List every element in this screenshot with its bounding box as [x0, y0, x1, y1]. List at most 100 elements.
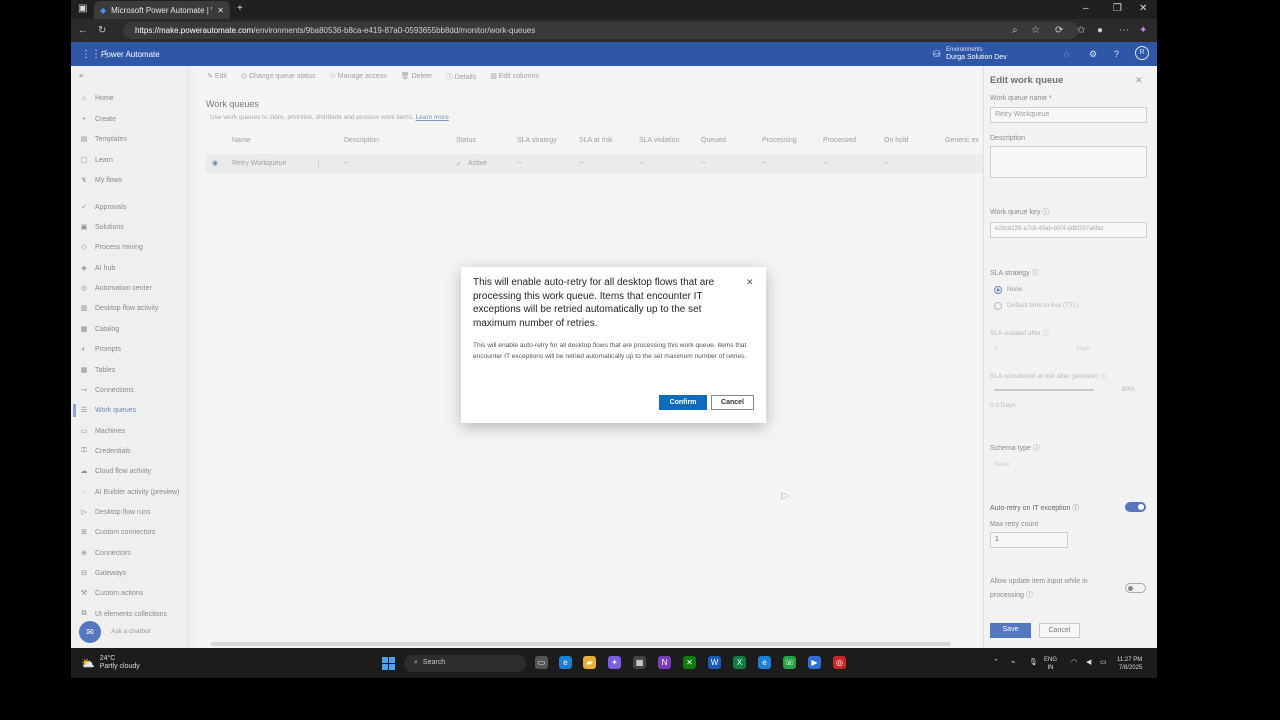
address-bar[interactable]: https://make.powerautomate.com/environme… [123, 22, 1078, 39]
wifi-icon[interactable]: ◠ [1071, 658, 1077, 666]
power-automate-app-icon[interactable]: ▶ [808, 656, 821, 669]
panel-save-button[interactable]: Save [990, 623, 1031, 638]
windows-start-icon[interactable] [382, 657, 395, 670]
table-row[interactable] [206, 154, 986, 173]
description-input[interactable] [990, 146, 1147, 178]
command-edit[interactable]: ✎ Edit [207, 72, 227, 82]
sidebar-item-templates[interactable]: ▤ Templates [79, 132, 127, 146]
excel-icon[interactable]: X [733, 656, 746, 669]
nav-collapse-icon[interactable]: ≡ [79, 69, 83, 83]
avatar[interactable]: R [1135, 46, 1149, 60]
task-view-icon[interactable]: ▭ [535, 656, 548, 669]
store-icon[interactable]: ▦ [633, 656, 646, 669]
panel-close-icon[interactable]: ✕ [1135, 75, 1143, 86]
favorite-star-icon[interactable]: ☆ [1031, 25, 1040, 36]
microphone-icon[interactable]: 🎙 [1029, 658, 1038, 666]
browser-tab[interactable]: ◆ Microsoft Power Automate | Wor ✕ [94, 1, 230, 19]
edge-icon[interactable]: e [559, 656, 572, 669]
work-queue-name-input[interactable]: Retry Workqueue [990, 107, 1147, 123]
help-icon[interactable]: ? [1114, 49, 1119, 59]
auto-retry-toggle[interactable] [1125, 502, 1146, 512]
minimize-icon[interactable]: – [1083, 3, 1089, 14]
system-clock[interactable]: 11:27 PM 7/8/2025 [1117, 656, 1142, 672]
sidebar-item-ui-elements-collections[interactable]: ⧉ UI elements collections [79, 607, 167, 621]
whatsapp-icon[interactable]: ☏ [783, 656, 796, 669]
sidebar-item-tables[interactable]: ▦ Tables [79, 363, 116, 377]
copilot-icon[interactable]: ✦ [1139, 25, 1147, 36]
max-retry-input[interactable]: 1 [990, 532, 1068, 548]
column-header-name[interactable]: Name [232, 137, 251, 144]
sidebar-item-process-mining[interactable]: ◇ Process mining [79, 240, 143, 254]
key-info-icon[interactable]: ⓘ [1042, 209, 1049, 216]
column-header-status[interactable]: Status [456, 137, 476, 144]
command-details[interactable]: ⓘ Details [446, 72, 476, 82]
sidebar-item-ai-builder-activity-preview[interactable]: ◌ AI Builder activity (preview) [79, 485, 180, 499]
confirm-button[interactable]: Confirm [659, 395, 707, 410]
column-header-queued[interactable]: Queued [701, 137, 726, 144]
panel-cancel-button[interactable]: Cancel [1039, 623, 1080, 638]
more-options-icon[interactable]: ⋯ [1119, 25, 1129, 36]
sidebar-item-cloud-flow-activity[interactable]: ☁ Cloud flow activity [79, 464, 152, 478]
sidebar-item-home[interactable]: ⌂ Home [79, 91, 114, 105]
column-header-description[interactable]: Description [344, 137, 379, 144]
chatbot-button[interactable]: ✉ [79, 621, 101, 643]
weather-widget[interactable]: ⛅ 24°C Partly cloudy [81, 655, 140, 671]
column-header-on-hold[interactable]: On hold [884, 137, 909, 144]
app-brand[interactable]: Power Automate [101, 50, 160, 59]
sidebar-item-learn[interactable]: ▢ Learn [79, 153, 113, 167]
sla-violated-value[interactable]: 0 [994, 345, 998, 352]
dialog-close-icon[interactable]: ✕ [746, 277, 754, 288]
edge-active-icon[interactable]: e [758, 656, 771, 669]
new-tab-icon[interactable]: + [237, 3, 243, 14]
schema-info-icon[interactable]: ⓘ [1033, 445, 1040, 452]
schema-type-select[interactable]: None [994, 461, 1010, 468]
sidebar-item-credentials[interactable]: ⚿ Credentials [79, 444, 130, 458]
taskbar-search[interactable]: ⌕ Search [404, 655, 526, 672]
horizontal-scrollbar[interactable] [211, 642, 951, 646]
sidebar-item-custom-actions[interactable]: ⚒ Custom actions [79, 586, 143, 600]
sidebar-item-desktop-flow-activity[interactable]: ▥ Desktop flow activity [79, 301, 159, 315]
sidebar-item-custom-connectors[interactable]: ⊞ Custom connectors [79, 525, 155, 539]
cell-name[interactable]: Retry Workqueue [232, 160, 286, 167]
copilot-app-icon[interactable]: ✦ [608, 656, 621, 669]
file-explorer-icon[interactable]: ▰ [583, 656, 596, 669]
settings-gear-icon[interactable]: ⚙ [1089, 49, 1097, 60]
sidebar-item-solutions[interactable]: ▣ Solutions [79, 220, 124, 234]
volume-icon[interactable]: ◀ [1086, 658, 1091, 666]
sidebar-item-create[interactable]: + Create [79, 112, 116, 126]
tab-close-icon[interactable]: ✕ [217, 6, 224, 15]
sidebar-item-my-flows[interactable]: ↯ My flows [79, 173, 122, 187]
learn-more-link[interactable]: Learn more [416, 114, 449, 121]
window-menu-icon[interactable]: ▣ [78, 3, 87, 14]
sidebar-item-desktop-flow-runs[interactable]: ▷ Desktop flow runs [79, 505, 150, 519]
profile-icon[interactable]: ● [1097, 25, 1103, 36]
row-selected-check-icon[interactable]: ◉ [212, 159, 218, 167]
sidebar-item-work-queues[interactable]: ☰ Work queues [79, 403, 136, 417]
row-more-options-icon[interactable]: ⋮ [315, 160, 322, 168]
chrome-icon[interactable]: ◎ [833, 656, 846, 669]
sla-none-radio[interactable] [994, 286, 1002, 294]
tray-overflow-icon[interactable]: ⌃ [993, 658, 999, 666]
sidebar-item-prompts[interactable]: ◐ Prompts [79, 342, 121, 356]
refresh-icon[interactable]: ↻ [98, 25, 106, 36]
sla-ttl-radio[interactable] [994, 302, 1002, 310]
sla-violated-unit[interactable]: days [1076, 345, 1090, 352]
window-close-icon[interactable]: ✕ [1139, 3, 1147, 14]
column-header-sla-strategy[interactable]: SLA strategy [517, 137, 557, 144]
xbox-icon[interactable]: ✕ [683, 656, 696, 669]
column-header-sla-at-risk[interactable]: SLA at risk [579, 137, 612, 144]
command-edit-columns[interactable]: ▥ Edit columns [490, 72, 539, 82]
sidebar-item-machines[interactable]: ▭ Machines [79, 424, 125, 438]
column-header-generic-exception[interactable]: Generic ex [945, 137, 979, 144]
browser-refresh-extension-icon[interactable]: ⟳ [1055, 25, 1063, 36]
language-indicator[interactable]: ENG IN [1044, 656, 1057, 672]
sla-info-icon[interactable]: ⓘ [1032, 270, 1039, 277]
notifications-icon[interactable]: ◌ [1064, 49, 1069, 59]
sidebar-item-automation-center[interactable]: ◎ Automation center [79, 281, 152, 295]
sidebar-item-connections[interactable]: ⊸ Connections [79, 383, 134, 397]
command-change-queue-status[interactable]: ◷ Change queue status [241, 72, 316, 82]
zoom-icon[interactable]: ⌕ [1012, 25, 1018, 36]
work-queue-key-input[interactable]: e28c8139-a7c8-49ab-b00f-dd8f297a6fac [990, 222, 1147, 238]
onenote-icon[interactable]: N [658, 656, 671, 669]
command-manage-access[interactable]: ⚇ Manage access [330, 72, 387, 82]
